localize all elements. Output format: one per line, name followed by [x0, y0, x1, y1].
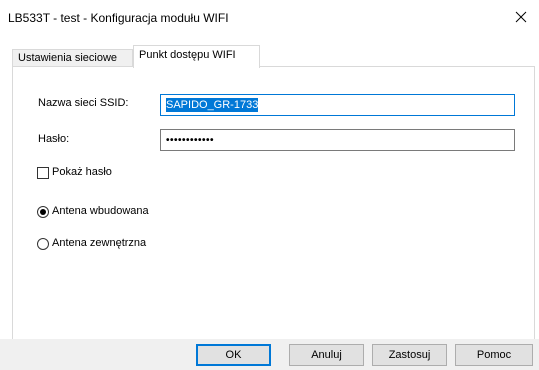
tab-strip: Ustawienia sieciowe Punkt dostępu WIFI	[12, 45, 532, 68]
window-title: LB533T - test - Konfiguracja modułu WIFI	[8, 11, 229, 25]
show-password-checkbox[interactable]	[37, 167, 49, 179]
ssid-value: SAPIDO_GR-1733	[166, 98, 259, 112]
tab-label: Ustawienia sieciowe	[18, 52, 118, 64]
antenna-external-label[interactable]: Antena zewnętrzna	[52, 237, 146, 249]
tab-network-settings[interactable]: Ustawienia sieciowe	[12, 49, 133, 67]
close-icon	[515, 11, 527, 23]
cancel-button[interactable]: Anuluj	[289, 344, 364, 366]
show-password-label[interactable]: Pokaż hasło	[52, 166, 112, 178]
tab-label: Punkt dostępu WIFI	[139, 49, 236, 61]
cancel-button-label: Anuluj	[311, 349, 342, 361]
password-value: ••••••••••••	[166, 135, 215, 146]
ok-button[interactable]: OK	[196, 344, 271, 366]
apply-button-label: Zastosuj	[388, 349, 431, 361]
title-bar: LB533T - test - Konfiguracja modułu WIFI	[0, 0, 539, 34]
apply-button[interactable]: Zastosuj	[372, 344, 447, 366]
help-button-label: Pomoc	[476, 349, 512, 361]
close-button[interactable]	[503, 0, 539, 34]
antenna-external-radio[interactable]	[37, 238, 49, 250]
antenna-internal-label[interactable]: Antena wbudowana	[52, 205, 149, 217]
ssid-label: Nazwa sieci SSID:	[38, 97, 129, 109]
radio-selected-dot	[40, 209, 46, 215]
ssid-input[interactable]: SAPIDO_GR-1733	[160, 94, 515, 116]
antenna-internal-radio[interactable]	[37, 206, 49, 218]
ok-button-label: OK	[225, 349, 242, 361]
password-input[interactable]: ••••••••••••	[160, 129, 515, 151]
password-label: Hasło:	[38, 133, 70, 145]
tab-wifi-access-point[interactable]: Punkt dostępu WIFI	[133, 45, 260, 68]
help-button[interactable]: Pomoc	[455, 344, 533, 366]
